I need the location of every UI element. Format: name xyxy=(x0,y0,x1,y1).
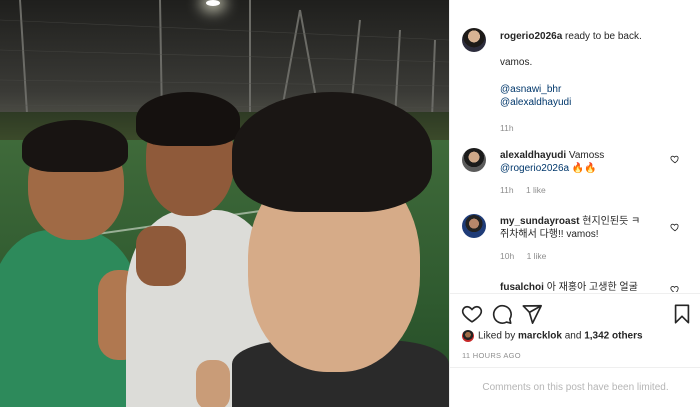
mention-link-2[interactable]: @alexaldhayudi xyxy=(500,96,690,109)
comment-text: Vamoss xyxy=(568,150,605,161)
author-username[interactable]: rogerio2026a xyxy=(500,31,562,42)
comment-text-line2: @rogerio2026a 🔥🔥 xyxy=(500,163,597,174)
likes-prefix: Liked by xyxy=(478,330,519,342)
comment-username[interactable]: my_sundayroast xyxy=(500,216,579,227)
action-bar xyxy=(450,293,700,333)
bookmark-icon[interactable] xyxy=(671,303,693,325)
comment-likes[interactable]: 1 like xyxy=(526,185,546,195)
comment-username[interactable]: fusalchoi xyxy=(500,282,544,292)
comment-username[interactable]: alexaldhayudi xyxy=(500,150,566,161)
comment-item: alexaldhayudi Vamoss @rogerio2026a 🔥🔥 11… xyxy=(500,149,670,195)
comment-item: fusalchoi 아 재홍아 고생한 얼굴 xyxy=(500,281,670,292)
comment-time[interactable]: 11h xyxy=(500,185,514,195)
liker-avatar xyxy=(462,330,474,342)
caption-line-2: vamos. xyxy=(500,57,533,68)
likes-summary: Liked by marcklok and 1,342 others xyxy=(462,330,694,342)
post-timestamp[interactable]: 11 HOURS AGO xyxy=(462,351,521,360)
caption-block: rogerio2026a ready to be back. vamos. @a… xyxy=(500,30,690,133)
likes-count[interactable]: 1,342 others xyxy=(584,331,642,342)
likes-middle: and xyxy=(561,330,585,342)
share-icon[interactable] xyxy=(521,303,543,325)
caption-line-1: ready to be back. xyxy=(565,31,642,42)
post-photo[interactable] xyxy=(0,0,449,407)
comment-avatar[interactable] xyxy=(462,214,486,238)
mention-link-1[interactable]: @asnawi_bhr xyxy=(500,83,690,96)
post-side-panel: rogerio2026a ready to be back. vamos. @a… xyxy=(449,0,700,407)
comment-icon[interactable] xyxy=(491,303,513,325)
stadium-light xyxy=(206,0,220,6)
comment-likes[interactable]: 1 like xyxy=(527,251,547,261)
comment-heart-icon[interactable] xyxy=(670,284,680,292)
comment-time[interactable]: 10h xyxy=(500,251,514,261)
comment-heart-icon[interactable] xyxy=(670,222,680,232)
comment-text: 현지인된듯 ㅋ xyxy=(582,216,641,227)
liker-username[interactable]: marcklok xyxy=(518,331,562,342)
comment-heart-icon[interactable] xyxy=(670,154,680,164)
comment-text-line2: 쥐차해서 다행!! vamos! xyxy=(500,229,599,240)
comment-avatar[interactable] xyxy=(462,148,486,172)
caption-time[interactable]: 11h xyxy=(500,123,690,133)
author-avatar[interactable] xyxy=(462,28,486,52)
comments-limited-notice: Comments on this post have been limited. xyxy=(450,367,700,407)
comment-text: 아 재홍아 고생한 얼굴 xyxy=(546,282,638,292)
comment-item: my_sundayroast 현지인된듯 ㅋ 쥐차해서 다행!! vamos! … xyxy=(500,215,670,261)
heart-icon[interactable] xyxy=(461,303,483,325)
